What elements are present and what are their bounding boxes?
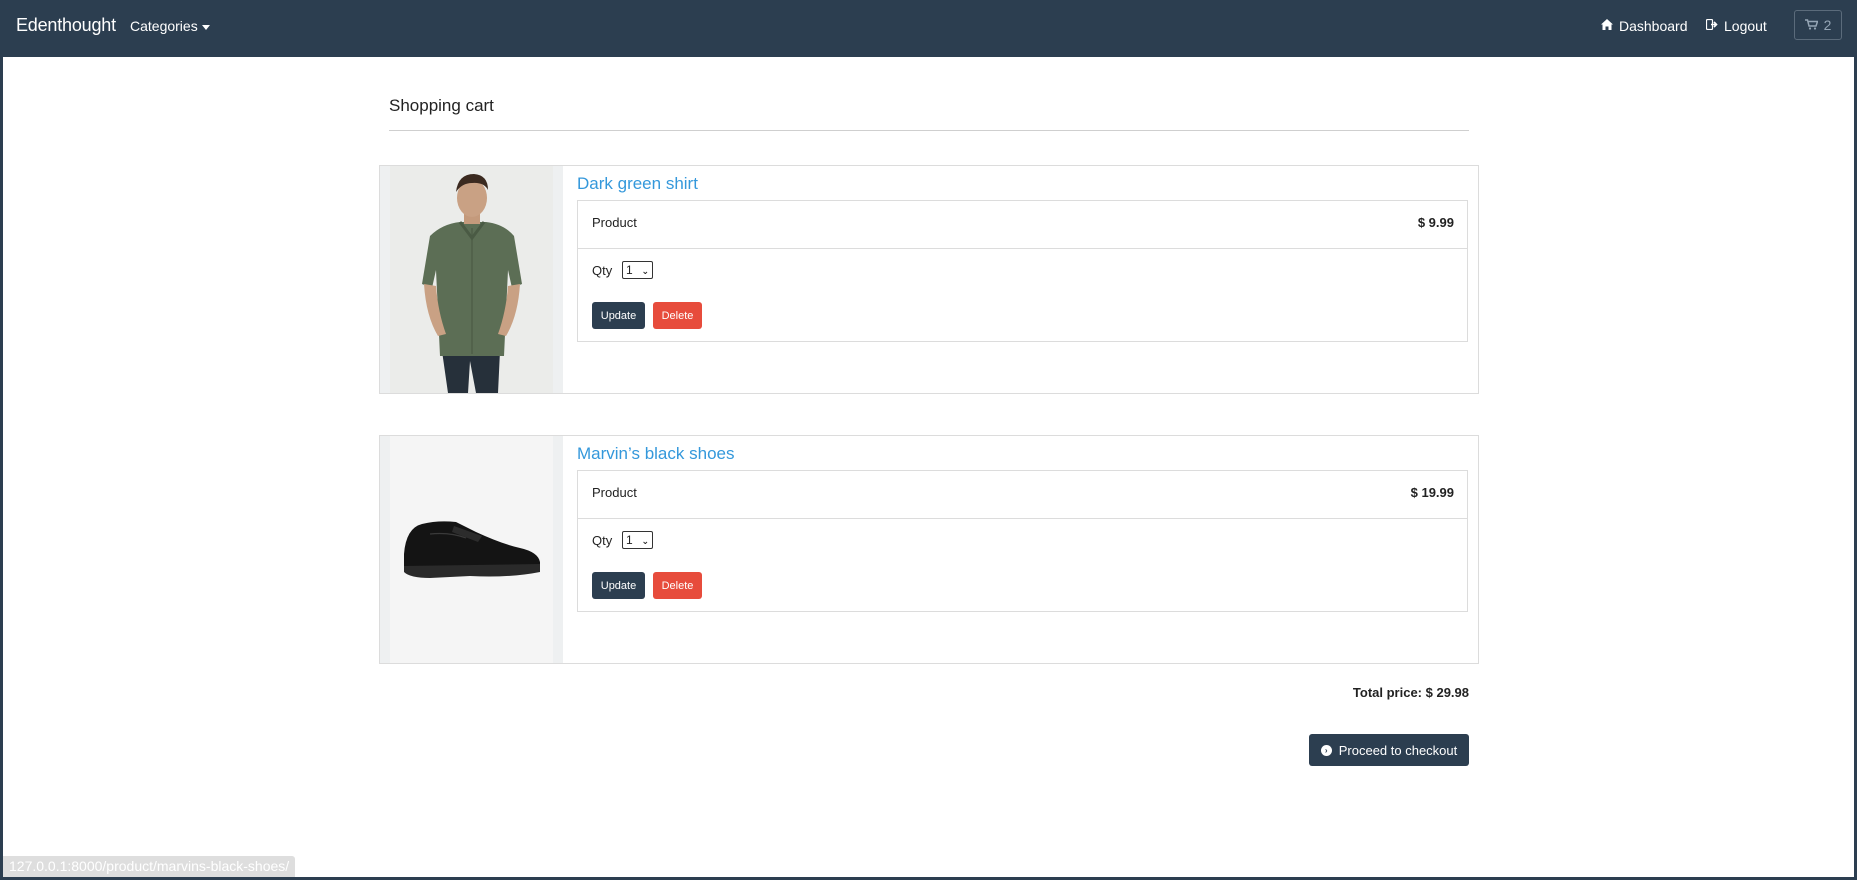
page-title: Shopping cart (389, 96, 494, 115)
delete-button[interactable]: Delete (653, 302, 702, 329)
product-label: Product (592, 215, 637, 230)
total-price: Total price: $ 29.98 (1352, 685, 1469, 700)
cart-button[interactable]: 2 (1794, 10, 1842, 40)
caret-down-icon (201, 24, 210, 30)
chevron-down-icon: ⌄ (641, 266, 649, 276)
checkout-label: Proceed to checkout (1338, 742, 1458, 758)
update-button[interactable]: Update (592, 302, 645, 329)
product-row: Product $ 19.99 (578, 471, 1467, 519)
product-name-link[interactable]: Marvin’s black shoes (577, 444, 734, 464)
product-price: $ 9.99 (1417, 215, 1454, 230)
product-name-link[interactable]: Dark green shirt (577, 174, 698, 194)
product-image-shoes[interactable] (390, 436, 553, 663)
sign-out-icon (1705, 18, 1718, 33)
title-divider (389, 130, 1469, 131)
product-image-shirt[interactable] (390, 166, 553, 393)
qty-label: Qty (592, 533, 613, 548)
qty-select[interactable]: 1 ⌄ (622, 261, 653, 279)
product-details-panel: Product $ 19.99 Qty 1 ⌄ Update Delete (577, 470, 1468, 612)
qty-label: Qty (592, 263, 613, 278)
logout-link[interactable]: Logout (1705, 18, 1767, 34)
product-label: Product (592, 485, 637, 500)
brand-logo[interactable]: Edenthought (16, 15, 116, 36)
product-image-frame (380, 436, 563, 663)
delete-button[interactable]: Delete (653, 572, 702, 599)
browser-status-url: 127.0.0.1:8000/product/marvins-black-sho… (3, 856, 296, 877)
logout-label: Logout (1724, 18, 1767, 34)
qty-select[interactable]: 1 ⌄ (622, 531, 653, 549)
cart-item: Dark green shirt Product $ 9.99 Qty 1 ⌄ … (379, 165, 1479, 394)
product-price: $ 19.99 (1410, 485, 1454, 500)
product-details-panel: Product $ 9.99 Qty 1 ⌄ Update Delete (577, 200, 1468, 342)
chevron-circle-right-icon: › (1320, 744, 1332, 756)
chevron-down-icon: ⌄ (641, 536, 649, 546)
qty-value: 1 (626, 263, 633, 277)
product-image-frame (380, 166, 563, 393)
shopping-cart-icon (1804, 17, 1819, 33)
qty-value: 1 (626, 533, 633, 547)
categories-dropdown[interactable]: Categories (130, 18, 210, 34)
proceed-to-checkout-button[interactable]: › Proceed to checkout (1309, 734, 1469, 766)
cart-item: Marvin’s black shoes Product $ 19.99 Qty… (379, 435, 1479, 664)
cart-count-badge: 2 (1823, 17, 1832, 33)
home-icon (1601, 19, 1613, 33)
product-row: Product $ 9.99 (578, 201, 1467, 249)
top-navbar: Edenthought Categories Dashboard Logout … (0, 0, 1857, 57)
dashboard-label: Dashboard (1619, 18, 1688, 34)
dashboard-link[interactable]: Dashboard (1601, 18, 1688, 34)
update-button[interactable]: Update (592, 572, 645, 599)
categories-label: Categories (130, 18, 198, 34)
